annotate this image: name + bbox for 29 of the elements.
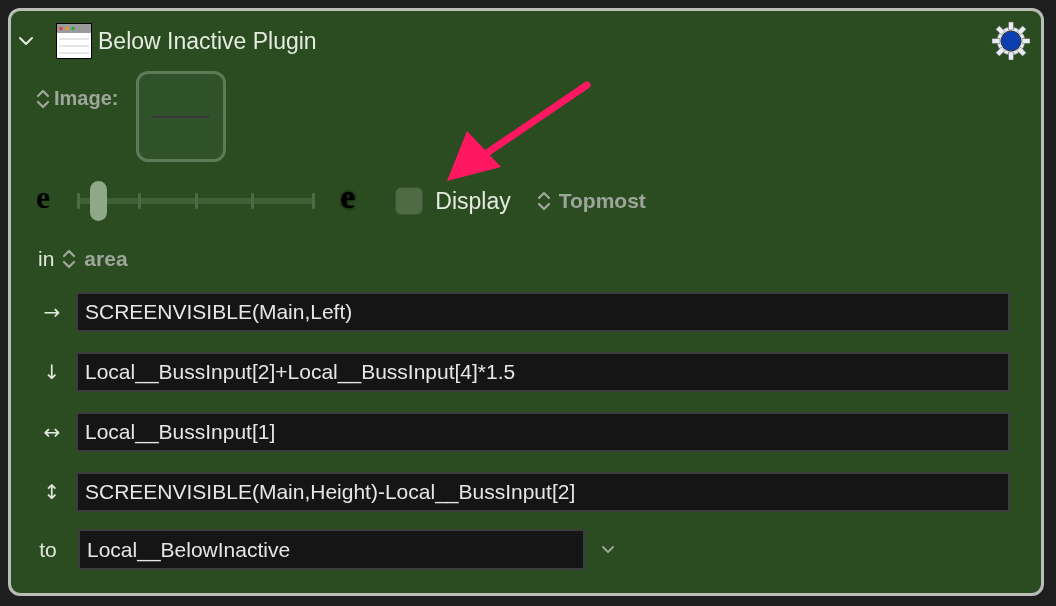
in-label: in: [38, 247, 55, 271]
expression-field[interactable]: Local__BussInput[2]+Local__BussInput[4]*1.5: [76, 352, 1010, 392]
area-popup[interactable]: area: [84, 247, 128, 271]
expression-field[interactable]: Local__BussInput[1]: [76, 412, 1010, 452]
slider-thumb[interactable]: [89, 181, 107, 221]
expression-field[interactable]: SCREENVISIBLE(Main,Left): [76, 292, 1010, 332]
display-checkbox[interactable]: [395, 187, 424, 215]
layer-popup[interactable]: Topmost: [558, 189, 646, 213]
window-icon: [56, 23, 92, 59]
popup-chevrons-icon: [536, 190, 551, 212]
axis-symbol: →: [42, 300, 62, 324]
plugin-title: Below Inactive Plugin: [98, 27, 317, 55]
popup-chevrons-icon: [36, 87, 50, 110]
popup-chevrons-icon: [62, 248, 77, 270]
slider-max-label: e: [340, 178, 356, 216]
axis-symbol: ↔: [42, 420, 62, 444]
gear-icon[interactable]: [991, 21, 1031, 61]
dropdown-chevron-icon[interactable]: [601, 545, 615, 554]
expression-field[interactable]: SCREENVISIBLE(Main,Height)-Local__BussInput[2]: [76, 472, 1010, 512]
variable-field[interactable]: Local__BelowInactive: [78, 529, 585, 570]
slider-min-label: e: [36, 178, 51, 216]
disclosure-chevron-icon[interactable]: [18, 36, 34, 46]
axis-symbol: ↕: [42, 480, 62, 504]
display-label: Display: [435, 187, 511, 215]
opacity-slider[interactable]: [77, 181, 316, 221]
image-well[interactable]: [136, 71, 227, 162]
to-label: to: [38, 537, 58, 562]
image-label[interactable]: Image:: [54, 87, 119, 110]
axis-symbol: ↓: [42, 360, 62, 384]
